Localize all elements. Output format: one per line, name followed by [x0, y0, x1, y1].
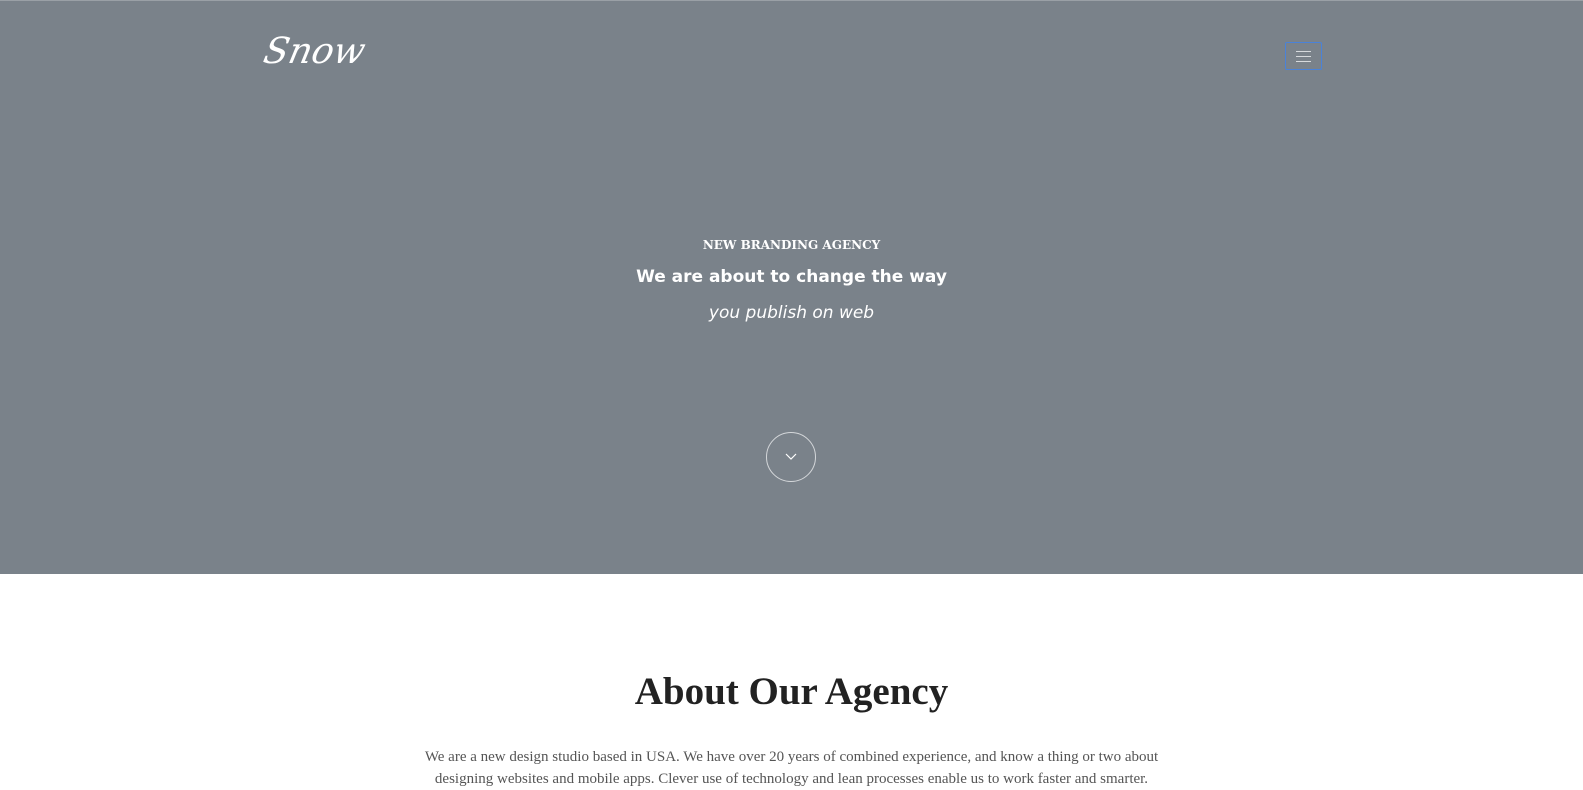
hero-subline: you publish on web	[708, 303, 875, 323]
chevron-down-icon	[785, 453, 797, 460]
about-title: About Our Agency	[634, 670, 949, 713]
about-section: About Our Agency We are a new design stu…	[0, 574, 1583, 790]
page: Snow NEW BRANDING AGENCY We are about to…	[0, 0, 1583, 790]
hero-headline: We are about to change the way	[636, 267, 947, 287]
hero-section: Snow NEW BRANDING AGENCY We are about to…	[0, 0, 1583, 574]
site-logo[interactable]: Snow	[260, 31, 369, 72]
about-text: We are a new design studio based in USA.…	[424, 749, 1159, 787]
hero-eyebrow: NEW BRANDING AGENCY	[702, 238, 881, 252]
hamburger-menu-icon	[1296, 51, 1311, 62]
scroll-down-button[interactable]	[766, 432, 816, 482]
menu-toggle-button[interactable]	[1285, 42, 1322, 70]
hero-content: NEW BRANDING AGENCY We are about to chan…	[0, 235, 1583, 325]
